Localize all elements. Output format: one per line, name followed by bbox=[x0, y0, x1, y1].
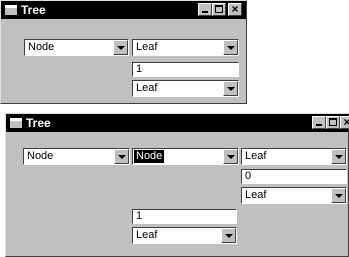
title-bar[interactable]: Tree × bbox=[1, 1, 246, 19]
right-leaf-select-top[interactable]: Leaf bbox=[241, 148, 347, 165]
value-field-text: 0 bbox=[245, 170, 252, 182]
node-select-value: Node bbox=[134, 150, 165, 163]
dropdown-button[interactable] bbox=[114, 149, 129, 164]
dropdown-button[interactable] bbox=[113, 40, 128, 55]
leaf-select-value: Leaf bbox=[245, 189, 267, 201]
chevron-down-icon bbox=[225, 234, 233, 238]
value-field-text: 1 bbox=[136, 210, 143, 222]
dropdown-button[interactable] bbox=[223, 81, 238, 96]
tree-window-2: Tree × Node Node Leaf 0 Leaf 1 Leaf bbox=[5, 113, 349, 257]
maximize-button[interactable] bbox=[212, 3, 226, 16]
node-select-value: Node bbox=[28, 41, 55, 53]
chevron-down-icon bbox=[118, 155, 126, 159]
node-select[interactable]: Node bbox=[24, 39, 129, 56]
right-value-field[interactable]: 0 bbox=[241, 169, 347, 184]
window-icon bbox=[5, 5, 17, 15]
middle-leaf-select[interactable]: Leaf bbox=[132, 227, 237, 244]
maximize-icon bbox=[215, 5, 223, 13]
chevron-down-icon bbox=[227, 46, 235, 50]
minimize-icon bbox=[202, 11, 208, 13]
minimize-button[interactable] bbox=[312, 116, 326, 129]
dropdown-button[interactable] bbox=[331, 149, 346, 164]
window-title: Tree bbox=[21, 3, 46, 17]
node-select-left[interactable]: Node bbox=[23, 148, 130, 165]
dropdown-button[interactable] bbox=[223, 40, 238, 55]
minimize-button[interactable] bbox=[198, 3, 212, 16]
dropdown-button[interactable] bbox=[223, 149, 238, 164]
tree-window-1: Tree × Node Leaf 1 Leaf bbox=[0, 0, 247, 104]
chevron-down-icon bbox=[227, 87, 235, 91]
minimize-icon bbox=[316, 124, 322, 126]
maximize-icon bbox=[329, 118, 337, 126]
close-button[interactable]: × bbox=[228, 2, 242, 16]
leaf-select-value: Leaf bbox=[245, 150, 267, 162]
dropdown-button[interactable] bbox=[331, 188, 346, 203]
leaf-select-top[interactable]: Leaf bbox=[132, 39, 239, 56]
title-bar[interactable]: Tree × bbox=[6, 114, 349, 132]
close-icon: × bbox=[231, 2, 239, 16]
chevron-down-icon bbox=[335, 155, 343, 159]
dropdown-button[interactable] bbox=[221, 228, 236, 243]
node-select-middle[interactable]: Node bbox=[132, 148, 239, 165]
value-field-text: 1 bbox=[136, 63, 143, 75]
chevron-down-icon bbox=[227, 155, 235, 159]
leaf-select-value: Leaf bbox=[136, 229, 158, 241]
maximize-button[interactable] bbox=[326, 116, 340, 129]
window-title: Tree bbox=[26, 116, 51, 130]
right-leaf-select-bottom[interactable]: Leaf bbox=[241, 187, 347, 204]
chevron-down-icon bbox=[117, 46, 125, 50]
close-icon: × bbox=[343, 115, 349, 129]
leaf-select-value: Leaf bbox=[136, 41, 158, 53]
middle-value-field[interactable]: 1 bbox=[132, 209, 237, 224]
value-field[interactable]: 1 bbox=[132, 62, 239, 77]
leaf-select-bottom[interactable]: Leaf bbox=[132, 80, 239, 97]
close-button[interactable]: × bbox=[340, 115, 349, 129]
leaf-select-value: Leaf bbox=[136, 82, 158, 94]
chevron-down-icon bbox=[335, 194, 343, 198]
node-select-value: Node bbox=[27, 150, 54, 162]
window-icon bbox=[10, 118, 22, 128]
